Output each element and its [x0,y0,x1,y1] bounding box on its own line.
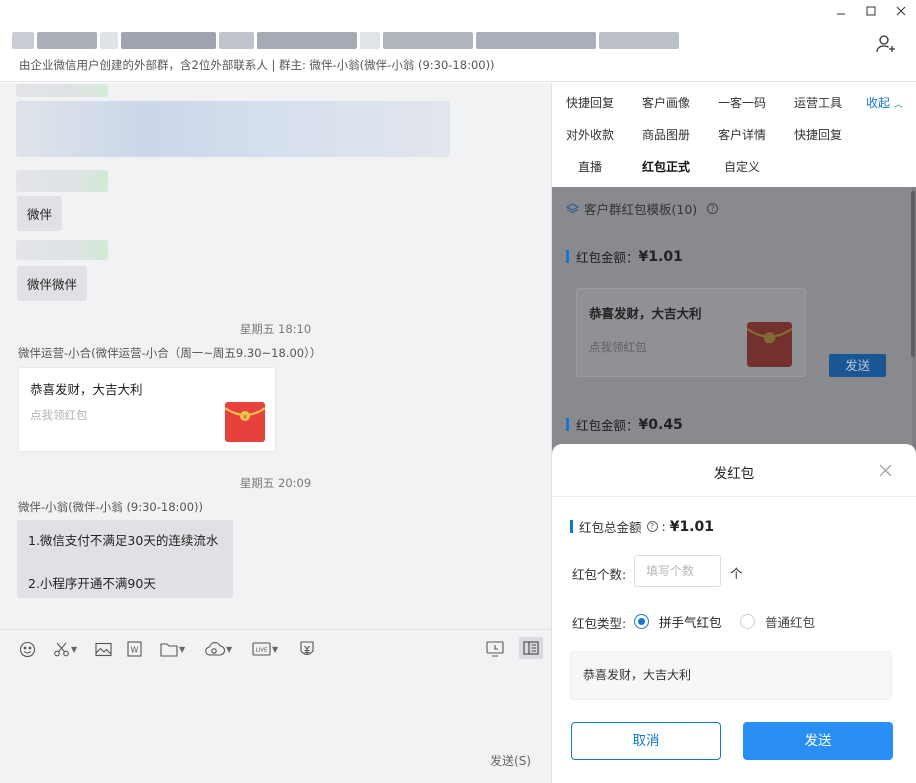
count-unit: 个 [730,566,743,581]
template-title: 客户群红包模板(10) [584,202,698,217]
template-send-button[interactable]: 发送 [829,354,886,377]
tab-external-payment[interactable]: 对外收款 [566,126,614,143]
sender-name-blurred [16,170,108,192]
time-separator: 星期五 20:09 [239,476,312,490]
tab-operation-tools[interactable]: 运营工具 [794,94,842,111]
collapse-button[interactable]: 收起 ︿ [866,94,903,111]
type-label: 红包类型: [572,616,627,631]
sender-name: 微伴运营-小合(微伴运营-小合（周一~周五9.30~18.00）） [18,346,322,360]
red-envelope-icon [746,322,793,370]
tool-tabs: 快捷回复 客户画像 一客一码 运营工具 收起 ︿ 对外收款 商品图册 客户详情 … [552,83,916,187]
radio-label: 普通红包 [765,615,816,630]
input-toolbar: ▼ W ▼ ▼ LIVE ▼ [0,629,551,667]
tab-live[interactable]: 直播 [578,158,602,175]
message-bubble[interactable]: 微伴微伴 [17,266,88,301]
layers-icon [566,202,579,213]
tab-one-customer-one-code[interactable]: 一客一码 [718,94,766,111]
time-separator: 星期五 18:10 [239,322,312,336]
tab-customer-details[interactable]: 客户详情 [718,126,766,143]
tab-custom[interactable]: 自定义 [724,158,760,175]
count-input[interactable]: 填写个数 [634,555,721,587]
template-amount: 红包金额： ¥0.45 [566,415,683,434]
tab-red-packet[interactable]: 红包正式 [642,158,690,175]
total-value: ¥1.01 [669,518,714,535]
radio-unchecked-icon [740,614,755,629]
template-amount: 红包金额： ¥1.01 [566,247,683,266]
close-icon[interactable] [879,464,892,480]
tab-quick-reply-2[interactable]: 快捷回复 [794,126,842,143]
tab-quick-reply[interactable]: 快捷回复 [566,94,614,111]
total-amount-row: 红包总金额 ? : ¥1.01 [570,517,714,536]
chat-header: 由企业微信用户创建的外部群，含2位外部联系人 | 群主: 微伴-小翁(微伴-小翁… [0,0,916,82]
message-blurred [16,101,450,157]
divider [552,496,916,497]
scrollbar-thumb[interactable] [911,191,915,357]
minimize-icon[interactable] [826,0,856,22]
cancel-button[interactable]: 取消 [571,722,721,760]
document-icon[interactable]: W [127,640,142,658]
amount-label: 红包金额： [576,250,639,265]
svg-text:LIVE: LIVE [256,648,268,654]
message-bubble[interactable]: 1.微信支付不满足30天的连续流水 2.小程序开通不满90天 [17,520,233,598]
add-member-icon[interactable] [874,32,898,56]
chat-history[interactable]: 微伴 微伴微伴 星期五 18:10 微伴运营-小合(微伴运营-小合（周一~周五9… [0,83,551,629]
svg-text:¥: ¥ [243,414,247,421]
wish-text-field[interactable]: 恭喜发财，大吉大利 [570,651,892,700]
red-envelope-icon: ¥ [224,402,266,445]
amount-value: ¥1.01 [638,248,683,265]
message-bubble[interactable]: 微伴 [17,196,63,231]
red-packet-icon[interactable] [299,640,315,658]
template-card-title: 恭喜发财，大吉大利 [589,306,702,321]
template-card-subtitle: 点我领红包 [589,340,647,354]
dialog-title: 发红包 [713,466,755,482]
send-red-packet-dialog: 发红包 红包总金额 ? : ¥1.01 红包个数: 填写个数 个 红包类型: 拼… [552,444,916,783]
live-icon[interactable]: LIVE ▼ [252,640,278,658]
amount-label: 红包金额： [576,418,639,433]
radio-label: 拼手气红包 [659,615,722,630]
history-icon[interactable] [486,640,504,658]
maximize-icon[interactable] [856,0,886,22]
image-icon[interactable] [95,640,112,658]
message-line: 2.小程序开通不满90天 [28,576,156,591]
red-packet-card[interactable]: 恭喜发财，大吉大利 点我领红包 ¥ [18,367,276,452]
radio-normal[interactable]: 普通红包 [740,612,815,631]
message-line: 1.微信支付不满足30天的连续流水 [28,533,219,548]
sender-name: 微伴-小翁(微伴-小翁 (9:30-18:00)) [18,500,204,514]
template-header: 客户群红包模板(10) ? [566,199,722,218]
folder-icon[interactable]: ▼ [160,640,185,658]
side-panel: 快捷回复 客户画像 一客一码 运营工具 收起 ︿ 对外收款 商品图册 客户详情 … [551,83,916,783]
send-button[interactable]: 发送 [743,722,893,760]
tab-customer-profile[interactable]: 客户画像 [642,94,690,111]
red-packet-subtitle: 点我领红包 [30,408,88,422]
help-icon[interactable]: ? [707,203,719,214]
radio-checked-icon [634,614,649,629]
sender-name-blurred [16,84,108,97]
colon-label: : [661,519,670,534]
tab-product-album[interactable]: 商品图册 [642,126,690,143]
collapse-label: 收起 [866,96,891,110]
help-icon[interactable]: ? [646,521,658,532]
emoji-icon[interactable] [19,640,36,658]
chevron-up-icon: ︿ [893,100,903,110]
count-label: 红包个数: [572,567,627,582]
red-packet-title: 恭喜发财，大吉大利 [30,382,143,397]
send-button[interactable]: 发送(S) [490,752,531,769]
sender-name-blurred [16,240,108,260]
group-info: 由企业微信用户创建的外部群，含2位外部联系人 | 群主: 微伴-小翁(微伴-小翁… [19,58,495,72]
close-icon[interactable] [886,0,916,22]
sidebar-toggle-icon[interactable] [519,637,543,659]
svg-text:W: W [131,646,139,655]
screenshot-icon[interactable]: ▼ [53,640,77,658]
radio-lucky[interactable]: 拼手气红包 [634,612,722,631]
window-controls [826,0,916,22]
cloud-icon[interactable]: ▼ [205,640,232,658]
total-label: 红包总金额 [579,520,642,535]
template-card[interactable]: 恭喜发财，大吉大利 点我领红包 [576,288,806,377]
amount-value: ¥0.45 [638,416,683,433]
message-input[interactable]: 发送(S) [0,667,551,783]
group-title-blurred [12,32,679,49]
